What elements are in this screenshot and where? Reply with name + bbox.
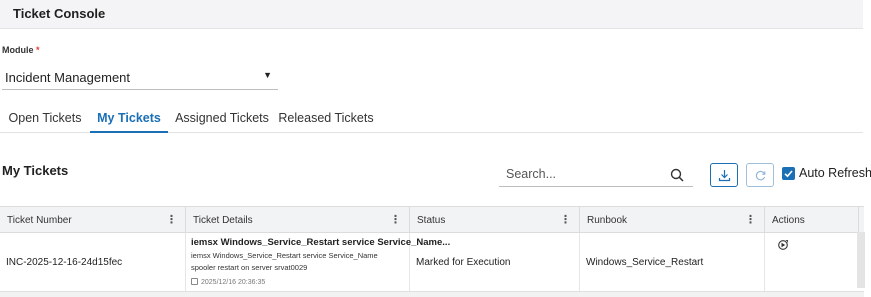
module-label: Module *	[2, 45, 40, 55]
calendar-icon	[191, 278, 198, 285]
column-menu-icon[interactable]: ⋮	[390, 213, 401, 226]
download-button[interactable]	[710, 163, 738, 187]
ticket-details-time: 2025/12/16 20:36:35	[191, 278, 265, 286]
horizontal-scrollbar[interactable]	[0, 291, 864, 297]
tab-assigned-tickets[interactable]: Assigned Tickets	[172, 101, 272, 133]
section-title: My Tickets	[2, 163, 69, 178]
column-header-actions: Actions	[765, 207, 859, 233]
column-menu-icon[interactable]: ⋮	[560, 213, 571, 226]
search-box	[499, 161, 693, 187]
column-header-ticket-details[interactable]: Ticket Details ⋮	[186, 207, 410, 233]
checkbox-checked-icon[interactable]	[782, 167, 795, 180]
search-input[interactable]	[506, 165, 666, 183]
tab-released-tickets[interactable]: Released Tickets	[278, 101, 374, 133]
tab-open-tickets[interactable]: Open Tickets	[0, 101, 90, 133]
caret-down-icon: ▼	[263, 70, 272, 80]
column-header-status[interactable]: Status ⋮	[410, 207, 580, 233]
page-title: Ticket Console	[13, 6, 106, 21]
table-row[interactable]: INC-2025-12-16-24d15fec iemsx Windows_Se…	[0, 233, 864, 292]
module-select[interactable]: Incident Management ▼	[2, 64, 278, 90]
ticket-tabs: Open Tickets My Tickets Assigned Tickets…	[0, 101, 863, 133]
cell-ticket-number: INC-2025-12-16-24d15fec	[0, 233, 186, 292]
table-header: Ticket Number ⋮ Ticket Details ⋮ Status …	[0, 207, 864, 233]
column-header-ticket-number[interactable]: Ticket Number ⋮	[0, 207, 186, 233]
required-mark: *	[36, 45, 40, 55]
download-icon	[718, 170, 731, 182]
cell-ticket-details: iemsx Windows_Service_Restart service Se…	[186, 233, 450, 292]
cell-runbook: Windows_Service_Restart	[580, 233, 765, 292]
search-icon[interactable]	[670, 168, 684, 182]
ticket-details-description: iemsx Windows_Service_Restart service Se…	[191, 251, 378, 272]
page-header: Ticket Console	[0, 0, 863, 29]
column-menu-icon[interactable]: ⋮	[166, 213, 177, 226]
refresh-icon	[755, 170, 766, 181]
execute-icon[interactable]	[777, 239, 789, 251]
cell-status: Marked for Execution	[410, 233, 580, 292]
column-header-runbook[interactable]: Runbook ⋮	[580, 207, 765, 233]
column-menu-icon[interactable]: ⋮	[745, 213, 756, 226]
module-select-value: Incident Management	[5, 70, 131, 85]
auto-refresh-label: Auto Refresh	[799, 166, 871, 180]
cell-actions	[765, 233, 857, 292]
tab-my-tickets[interactable]: My Tickets	[90, 101, 168, 133]
refresh-button[interactable]	[746, 163, 774, 187]
module-label-text: Module	[2, 45, 34, 55]
tickets-table: Ticket Number ⋮ Ticket Details ⋮ Status …	[0, 206, 864, 297]
table-scrollbar[interactable]	[857, 232, 865, 288]
